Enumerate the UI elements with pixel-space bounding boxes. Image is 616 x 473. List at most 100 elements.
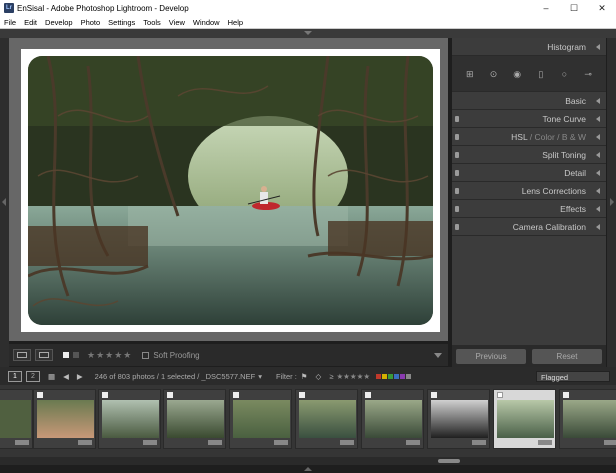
- panel-switch-icon[interactable]: [455, 134, 459, 140]
- radial-filter-icon[interactable]: ○: [557, 67, 571, 81]
- maximize-button[interactable]: ☐: [560, 3, 588, 14]
- hsl-header[interactable]: HSL / Color / B & W: [452, 128, 606, 146]
- photo-canvas[interactable]: [9, 38, 448, 341]
- basic-header[interactable]: Basic: [452, 92, 606, 110]
- grid-view-icon[interactable]: ▦: [48, 372, 55, 381]
- filmstrip-thumb[interactable]: [229, 389, 292, 449]
- menu-photo[interactable]: Photo: [81, 18, 101, 27]
- filmstrip-thumb[interactable]: [98, 389, 161, 449]
- reject-flag-icon[interactable]: [73, 352, 79, 358]
- reset-button[interactable]: Reset: [532, 348, 602, 364]
- panel-switch-icon[interactable]: [455, 188, 459, 194]
- previous-button[interactable]: Previous: [456, 348, 526, 364]
- panel-switch-icon[interactable]: [455, 224, 459, 230]
- forward-arrow-icon[interactable]: ▶: [77, 372, 83, 381]
- filmstrip-thumb[interactable]: [361, 389, 424, 449]
- detail-header[interactable]: Detail: [452, 164, 606, 182]
- edit-badge-icon: [208, 440, 222, 445]
- collapse-icon: [596, 206, 600, 212]
- lens-corrections-header[interactable]: Lens Corrections: [452, 182, 606, 200]
- main-photo[interactable]: [28, 56, 433, 325]
- graduated-filter-icon[interactable]: ▯: [534, 67, 548, 81]
- menu-view[interactable]: View: [169, 18, 185, 27]
- before-after-button[interactable]: [35, 349, 53, 361]
- flag-icon[interactable]: [63, 352, 69, 358]
- gray-label-swatch[interactable]: [406, 373, 412, 379]
- filter-preset-select[interactable]: Flagged: [536, 370, 610, 382]
- photo-count-info[interactable]: 246 of 803 photos / 1 selected / _DSC557…: [95, 372, 256, 381]
- title-bar: Lr EnSisal - Adobe Photoshop Lightroom -…: [0, 0, 616, 16]
- back-arrow-icon[interactable]: ◀: [63, 372, 69, 381]
- loupe-icon: [17, 352, 27, 358]
- color-label-filter[interactable]: [376, 372, 412, 381]
- menu-settings[interactable]: Settings: [108, 18, 135, 27]
- basic-label: Basic: [565, 96, 586, 106]
- edit-badge-icon: [15, 440, 29, 445]
- menu-file[interactable]: File: [4, 18, 16, 27]
- edit-badge-icon: [143, 440, 157, 445]
- hsl-tab[interactable]: HSL: [511, 132, 527, 142]
- panel-switch-icon[interactable]: [455, 170, 459, 176]
- menu-edit[interactable]: Edit: [24, 18, 37, 27]
- adjustment-brush-icon[interactable]: ⊸: [581, 67, 595, 81]
- minimize-button[interactable]: –: [532, 3, 560, 13]
- filmstrip-thumb[interactable]: [295, 389, 358, 449]
- filmstrip-thumb-selected[interactable]: [493, 389, 556, 449]
- crop-icon[interactable]: ⊞: [463, 67, 477, 81]
- window-2-button[interactable]: 2: [26, 370, 40, 382]
- blue-label-swatch[interactable]: [394, 373, 400, 379]
- menu-help[interactable]: Help: [228, 18, 243, 27]
- histogram-header[interactable]: Histogram: [452, 38, 606, 56]
- menu-window[interactable]: Window: [193, 18, 220, 27]
- purple-label-swatch[interactable]: [400, 373, 406, 379]
- loupe-view-button[interactable]: [13, 349, 31, 361]
- filmstrip-thumb[interactable]: [163, 389, 226, 449]
- thumbnail-image: [497, 400, 554, 438]
- effects-header[interactable]: Effects: [452, 200, 606, 218]
- top-panel-toggle[interactable]: [0, 29, 616, 38]
- panel-switch-icon[interactable]: [455, 152, 459, 158]
- collapse-icon: [596, 134, 600, 140]
- bottom-panel-toggle[interactable]: [0, 465, 616, 473]
- filmstrip-scrollbar[interactable]: [0, 457, 616, 465]
- right-panel-buttons: Previous Reset: [452, 345, 606, 367]
- thumbnail-image: [102, 400, 159, 438]
- toolbar-menu-icon[interactable]: [434, 352, 442, 358]
- filmstrip-thumb[interactable]: [0, 389, 33, 449]
- bw-tab[interactable]: B & W: [562, 132, 586, 142]
- edit-badge-icon: [340, 440, 354, 445]
- flag-filter-icon[interactable]: ⚑: [301, 372, 308, 381]
- rating-filter-stars[interactable]: ★★★★★: [336, 372, 370, 381]
- spot-removal-icon[interactable]: ⊙: [486, 67, 500, 81]
- tone-curve-label: Tone Curve: [542, 114, 586, 124]
- red-eye-icon[interactable]: ◉: [510, 67, 524, 81]
- close-button[interactable]: ✕: [588, 3, 616, 14]
- filmstrip-thumb[interactable]: [427, 389, 490, 449]
- unflagged-filter-icon[interactable]: ◇: [316, 372, 322, 381]
- edit-badge-icon: [78, 440, 92, 445]
- filmstrip-thumb[interactable]: [33, 389, 96, 449]
- filmstrip-thumb[interactable]: [559, 389, 616, 449]
- scrollbar-thumb[interactable]: [438, 459, 460, 463]
- tone-curve-header[interactable]: Tone Curve: [452, 110, 606, 128]
- panel-switch-icon[interactable]: [455, 206, 459, 212]
- flag-icon: [167, 392, 173, 398]
- source-dropdown-icon[interactable]: ▾: [258, 372, 262, 381]
- camera-calibration-header[interactable]: Camera Calibration: [452, 218, 606, 236]
- effects-label: Effects: [560, 204, 586, 214]
- rating-stars[interactable]: ★★★★★: [87, 350, 132, 361]
- right-arrow-icon: [610, 198, 614, 206]
- window-1-button[interactable]: 1: [8, 370, 22, 382]
- rating-operator[interactable]: ≥: [329, 372, 333, 381]
- red-label-swatch[interactable]: [376, 373, 382, 379]
- split-toning-header[interactable]: Split Toning: [452, 146, 606, 164]
- menu-tools[interactable]: Tools: [143, 18, 161, 27]
- filmstrip-bar: 1 2 ▦ ◀ ▶ 246 of 803 photos / 1 selected…: [0, 367, 616, 385]
- yellow-label-swatch[interactable]: [382, 373, 388, 379]
- color-tab[interactable]: Color: [535, 132, 555, 142]
- soft-proofing-checkbox[interactable]: [142, 351, 150, 359]
- green-label-swatch[interactable]: [388, 373, 394, 379]
- panel-switch-icon[interactable]: [455, 116, 459, 122]
- edit-badge-icon: [274, 440, 288, 445]
- menu-develop[interactable]: Develop: [45, 18, 73, 27]
